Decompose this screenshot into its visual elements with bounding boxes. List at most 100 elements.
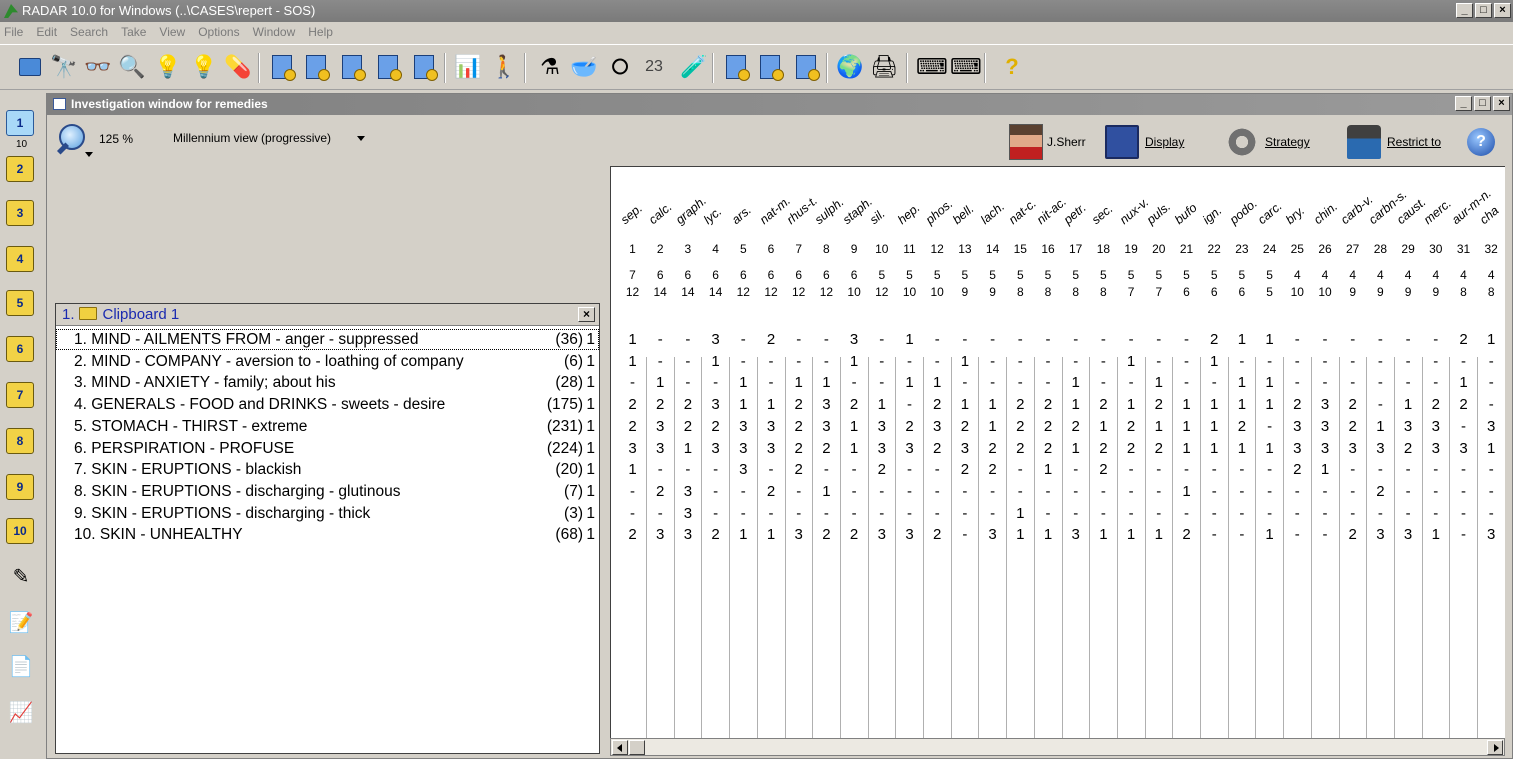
clipboard-1-button[interactable]: 1 bbox=[6, 110, 34, 136]
grade-cell[interactable]: 3 bbox=[730, 440, 757, 457]
grade-cell[interactable]: 1 bbox=[896, 374, 923, 391]
grade-cell[interactable]: 2 bbox=[1201, 331, 1228, 348]
grade-cell[interactable]: 3 bbox=[619, 440, 646, 457]
grade-cell[interactable]: - bbox=[951, 331, 978, 348]
grade-cell[interactable]: 1 bbox=[1256, 440, 1283, 457]
grade-cell[interactable]: - bbox=[868, 505, 895, 522]
grade-cell[interactable]: - bbox=[1035, 483, 1062, 500]
grade-cell[interactable]: - bbox=[896, 396, 923, 413]
grade-cell[interactable]: - bbox=[1339, 331, 1366, 348]
menu-window[interactable]: Window bbox=[253, 22, 296, 42]
grade-cell[interactable]: 1 bbox=[1256, 331, 1283, 348]
scroll-thumb[interactable] bbox=[629, 740, 645, 755]
grade-cell[interactable]: 1 bbox=[841, 418, 868, 435]
grade-cell[interactable]: 1 bbox=[1312, 461, 1339, 478]
grade-cell[interactable]: 1 bbox=[1062, 374, 1089, 391]
grade-cell[interactable]: 3 bbox=[951, 440, 978, 457]
grade-cell[interactable]: 2 bbox=[1007, 396, 1034, 413]
rubric-row[interactable]: 3. MIND - ANXIETY - family; about his (28… bbox=[56, 372, 599, 393]
grade-cell[interactable]: 1 bbox=[813, 374, 840, 391]
clipboard-4-button[interactable]: 4 bbox=[6, 246, 34, 272]
grade-cell[interactable]: - bbox=[1228, 526, 1255, 543]
help-question-icon[interactable]: ? bbox=[998, 53, 1026, 81]
display-button[interactable]: Display bbox=[1105, 122, 1184, 162]
grade-cell[interactable]: 3 bbox=[1367, 526, 1394, 543]
grade-cell[interactable]: 3 bbox=[896, 440, 923, 457]
grade-cell[interactable]: - bbox=[647, 331, 674, 348]
remedy-name[interactable]: carc. bbox=[1255, 199, 1285, 227]
grade-cell[interactable]: 2 bbox=[785, 461, 812, 478]
grade-cell[interactable]: - bbox=[1007, 331, 1034, 348]
grade-cell[interactable]: 1 bbox=[1201, 418, 1228, 435]
grade-cell[interactable]: - bbox=[1256, 505, 1283, 522]
grade-cell[interactable]: 2 bbox=[841, 526, 868, 543]
grade-cell[interactable]: - bbox=[1173, 505, 1200, 522]
remedy-name[interactable]: sil. bbox=[867, 206, 888, 227]
grade-cell[interactable]: 1 bbox=[1173, 440, 1200, 457]
grade-cell[interactable]: - bbox=[1395, 483, 1422, 500]
grade-cell[interactable]: 3 bbox=[896, 526, 923, 543]
grade-cell[interactable]: 1 bbox=[1228, 331, 1255, 348]
grade-cell[interactable]: 1 bbox=[1256, 396, 1283, 413]
grade-cell[interactable]: 1 bbox=[1173, 483, 1200, 500]
grade-cell[interactable]: - bbox=[951, 374, 978, 391]
grade-cell[interactable]: - bbox=[702, 505, 729, 522]
clipboard-3-button[interactable]: 3 bbox=[6, 200, 34, 226]
grade-cell[interactable]: 2 bbox=[841, 396, 868, 413]
clipboard-close-button[interactable]: × bbox=[578, 307, 595, 322]
grade-cell[interactable]: 1 bbox=[1201, 396, 1228, 413]
grade-cell[interactable]: - bbox=[979, 483, 1006, 500]
keyboard-left-icon[interactable]: ⌨ bbox=[916, 53, 948, 81]
grade-cell[interactable]: 3 bbox=[924, 418, 951, 435]
remedy-name[interactable]: graph. bbox=[673, 193, 709, 227]
grade-cell[interactable]: 2 bbox=[702, 526, 729, 543]
grade-cell[interactable]: - bbox=[1422, 331, 1449, 348]
grade-cell[interactable]: 2 bbox=[1090, 461, 1117, 478]
pills-icon[interactable]: 💊 bbox=[224, 53, 252, 81]
grade-cell[interactable]: - bbox=[1367, 353, 1394, 370]
grade-cell[interactable]: - bbox=[1256, 418, 1283, 435]
grade-cell[interactable]: 1 bbox=[730, 396, 757, 413]
grade-cell[interactable]: - bbox=[1035, 353, 1062, 370]
grade-cell[interactable]: 1 bbox=[979, 396, 1006, 413]
grade-cell[interactable]: - bbox=[1367, 396, 1394, 413]
grade-cell[interactable]: - bbox=[1422, 374, 1449, 391]
grade-cell[interactable]: 2 bbox=[1145, 440, 1172, 457]
clipboard-8-button[interactable]: 8 bbox=[6, 428, 34, 454]
grade-cell[interactable]: 1 bbox=[758, 396, 785, 413]
grade-cell[interactable]: 3 bbox=[1478, 418, 1505, 435]
grade-cell[interactable]: 2 bbox=[979, 461, 1006, 478]
user-button[interactable]: J.Sherr bbox=[1009, 122, 1086, 162]
close-button[interactable]: × bbox=[1494, 3, 1511, 18]
grade-cell[interactable]: 2 bbox=[1450, 331, 1477, 348]
grade-cell[interactable]: 2 bbox=[896, 418, 923, 435]
binoculars-icon[interactable]: 🔭 bbox=[50, 53, 78, 81]
scroll-left-button[interactable] bbox=[612, 740, 628, 755]
remedy-name[interactable]: nat-c. bbox=[1006, 196, 1039, 227]
grade-cell[interactable]: - bbox=[924, 505, 951, 522]
grade-cell[interactable]: 3 bbox=[1312, 396, 1339, 413]
grade-cell[interactable]: - bbox=[1367, 374, 1394, 391]
grade-cell[interactable]: - bbox=[1118, 461, 1145, 478]
grade-cell[interactable]: - bbox=[1312, 526, 1339, 543]
menu-view[interactable]: View bbox=[159, 22, 185, 42]
grade-cell[interactable]: - bbox=[1256, 461, 1283, 478]
grade-cell[interactable]: - bbox=[674, 331, 701, 348]
grade-cell[interactable]: 1 bbox=[813, 483, 840, 500]
grade-cell[interactable]: 3 bbox=[702, 396, 729, 413]
grade-cell[interactable]: 2 bbox=[1035, 396, 1062, 413]
grade-cell[interactable]: 1 bbox=[1035, 461, 1062, 478]
grade-cell[interactable]: 1 bbox=[730, 526, 757, 543]
grade-cell[interactable]: 1 bbox=[1145, 374, 1172, 391]
grade-cell[interactable]: - bbox=[1201, 374, 1228, 391]
grade-cell[interactable]: 1 bbox=[1256, 526, 1283, 543]
grade-cell[interactable]: - bbox=[1450, 526, 1477, 543]
grade-cell[interactable]: 2 bbox=[647, 483, 674, 500]
remedy-name[interactable]: sec. bbox=[1089, 202, 1116, 227]
strategy-button[interactable]: Strategy bbox=[1225, 122, 1310, 162]
pen-icon[interactable]: ✎ bbox=[8, 564, 34, 590]
grade-cell[interactable]: - bbox=[758, 353, 785, 370]
grade-cell[interactable]: - bbox=[1062, 505, 1089, 522]
grade-cell[interactable]: - bbox=[785, 483, 812, 500]
menu-help[interactable]: Help bbox=[308, 22, 333, 42]
